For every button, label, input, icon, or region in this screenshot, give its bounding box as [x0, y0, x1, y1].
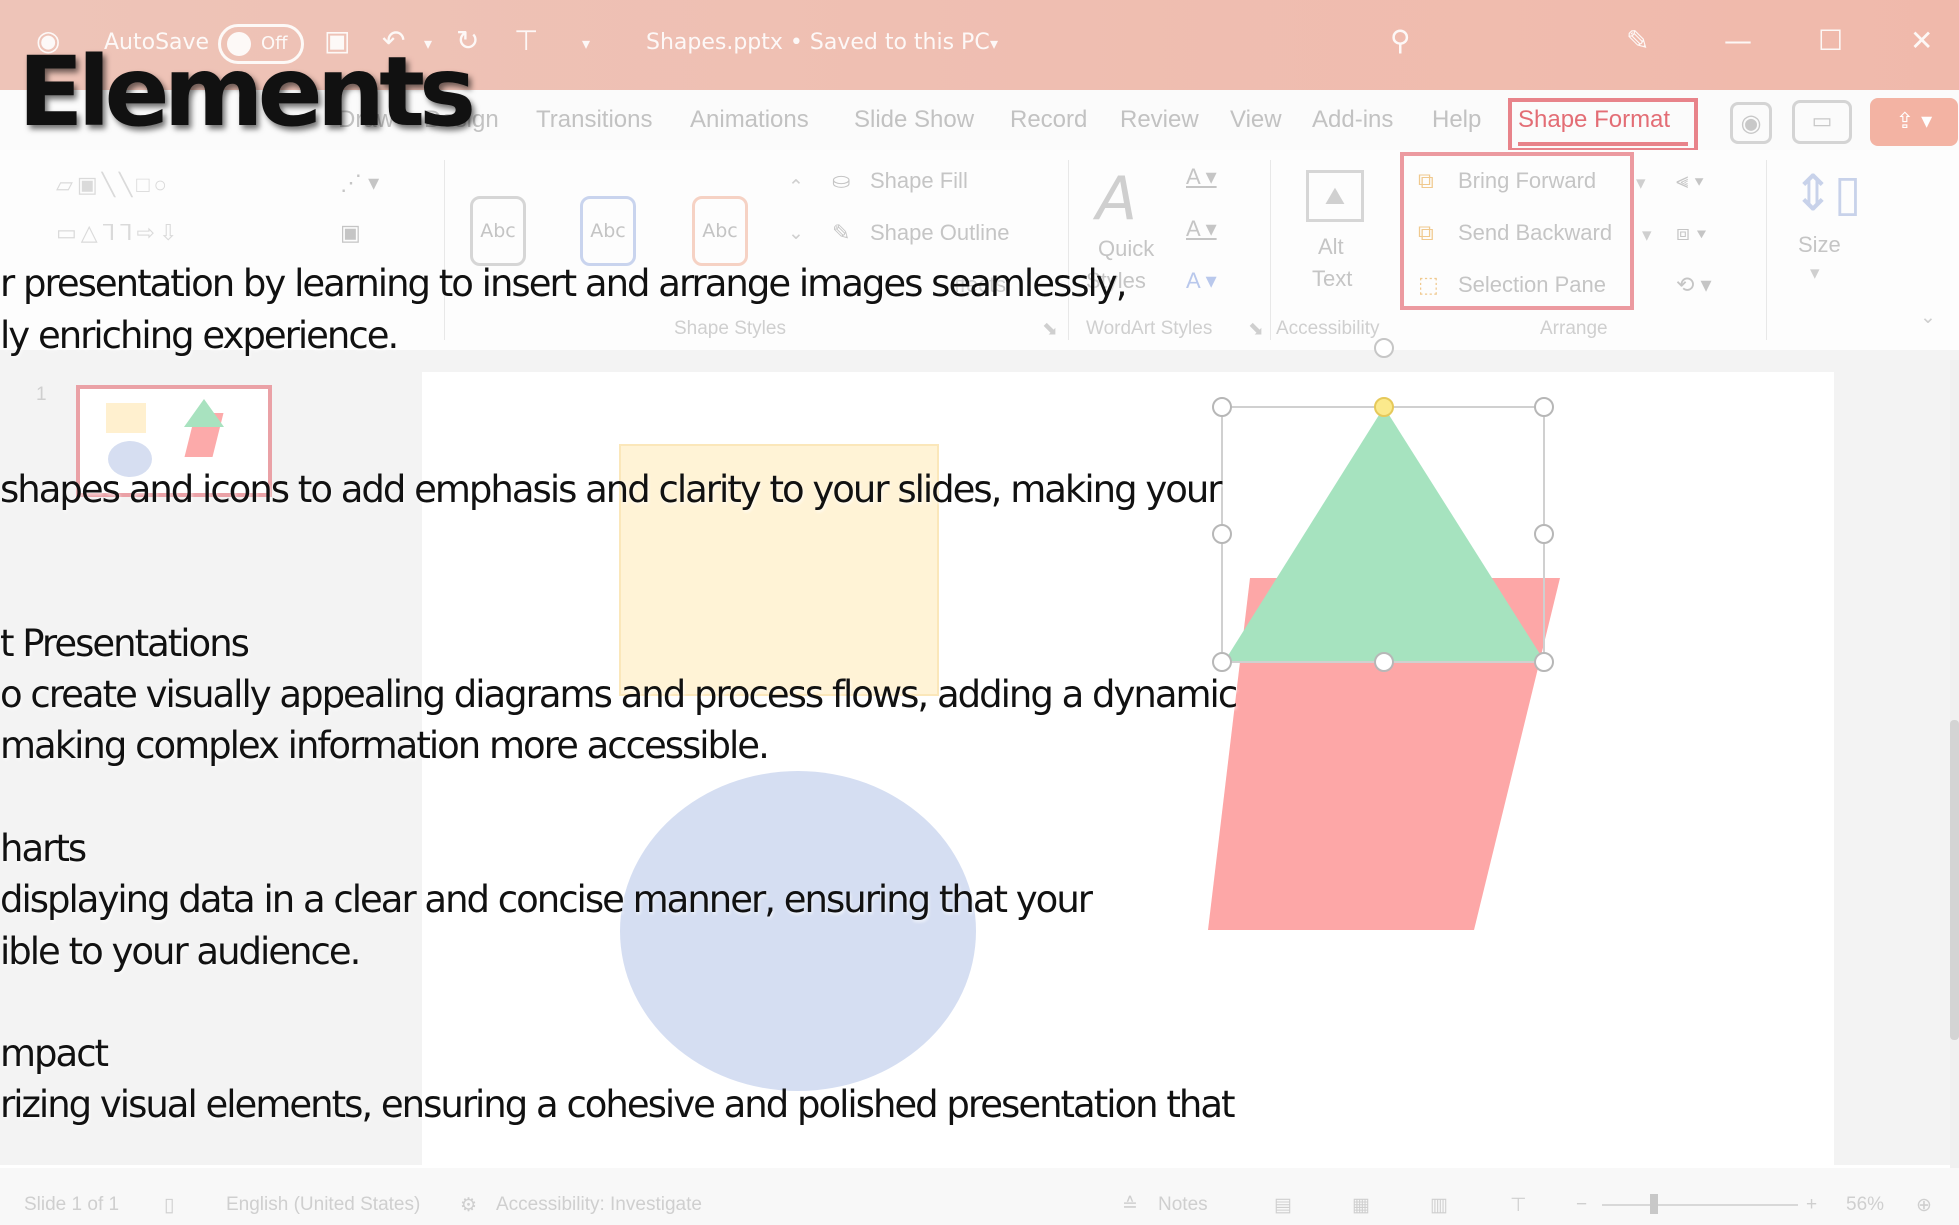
zoom-slider[interactable] [1602, 1204, 1798, 1206]
zoom-in-icon[interactable]: + [1806, 1194, 1817, 1216]
overlay-line: mpact [0, 1032, 109, 1075]
zoom-slider-thumb[interactable] [1650, 1194, 1658, 1214]
overlay-line: rizing visual elements, ensuring a cohes… [0, 1083, 1236, 1126]
slideshow-view-icon[interactable]: ⊤ [1510, 1194, 1527, 1217]
overlay-line: r presentation by learning to insert and… [0, 262, 1127, 305]
resize-handle[interactable] [1534, 652, 1554, 672]
resize-handle[interactable] [1212, 524, 1232, 544]
slide-shapes [619, 338, 1560, 1091]
overlay-line: ly enriching experience. [0, 314, 399, 357]
scrollbar-thumb[interactable] [1950, 720, 1959, 1040]
notes-icon: ≙ [1122, 1195, 1138, 1216]
overlay-line: o create visually appealing diagrams and… [0, 673, 1238, 716]
resize-handle[interactable] [1534, 524, 1554, 544]
zoom-level[interactable]: 56% [1846, 1194, 1884, 1216]
resize-handle[interactable] [1212, 652, 1232, 672]
slide-sorter-icon[interactable]: ▦ [1352, 1194, 1370, 1217]
overlay-line: ible to your audience. [0, 930, 361, 973]
overlay-line: shapes and icons to add emphasis and cla… [0, 468, 1223, 511]
resize-handle[interactable] [1212, 397, 1232, 417]
overlay-line: displaying data in a clear and concise m… [0, 878, 1093, 921]
resize-handle[interactable] [1534, 397, 1554, 417]
slide-counter: Slide 1 of 1 [24, 1194, 120, 1215]
reading-view-icon[interactable]: ▥ [1430, 1194, 1448, 1217]
language-indicator[interactable]: English (United States) [226, 1194, 420, 1216]
overlay-title: Elements [18, 36, 476, 148]
accessibility-status[interactable]: Accessibility: Investigate [496, 1194, 702, 1216]
adjustment-handle[interactable] [1374, 397, 1394, 417]
resize-handle[interactable] [1374, 652, 1394, 672]
overlay-line: t Presentations [0, 622, 250, 665]
overlay-line: harts [0, 827, 87, 870]
spellcheck-icon[interactable]: ▯ [164, 1194, 174, 1217]
zoom-out-icon[interactable]: − [1576, 1194, 1587, 1216]
circle-shape[interactable] [620, 771, 976, 1091]
accessibility-icon: ⚙ [460, 1195, 478, 1216]
fit-slide-icon[interactable]: ⊕ [1916, 1194, 1932, 1217]
overlay-line: making complex information more accessib… [0, 724, 770, 767]
normal-view-icon[interactable]: ▤ [1274, 1194, 1292, 1217]
triangle-shape[interactable] [1224, 407, 1545, 662]
rotate-handle[interactable] [1374, 338, 1394, 358]
notes-button[interactable]: Notes [1158, 1194, 1208, 1216]
